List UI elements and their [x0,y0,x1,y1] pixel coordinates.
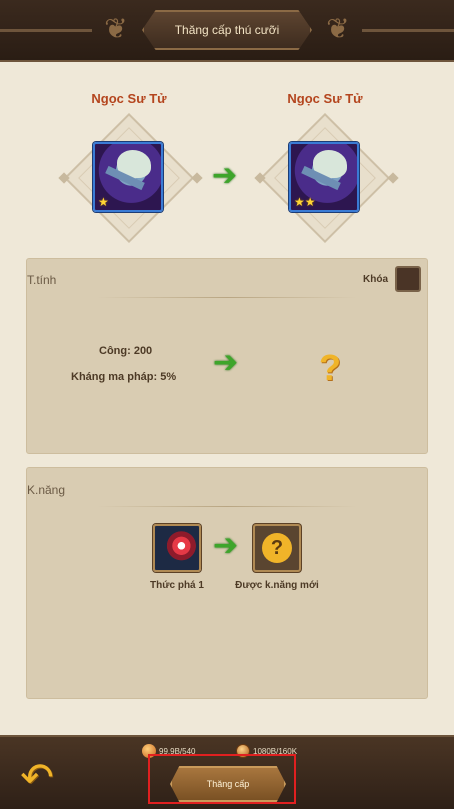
header-ornament-right: ❦ [326,13,350,44]
stat-attack: Công: 200 [99,345,153,357]
back-arrow-icon[interactable]: ↶ [8,758,66,798]
page-title: Thăng cấp thú cưỡi [174,23,280,37]
question-icon: ? [319,347,341,388]
title-plaque: Thăng cấp thú cưỡi [142,10,312,50]
new-skill-label: Được k.năng mới [235,580,319,591]
question-icon: ? [262,533,292,563]
stats-panel: T.tính Khóa Công: 200 Kháng ma pháp: 5% … [26,258,428,454]
frame-dot [191,172,203,184]
current-skill-label: Thức phá 1 [150,580,204,591]
lock-checkbox[interactable] [395,266,421,292]
next-pet-name: Ngọc Sư Tử [287,91,363,106]
green-arrow-icon: ➔ [213,346,239,379]
highlight-box [148,754,296,804]
header-line-left [0,29,92,32]
new-skill-icon[interactable]: ? [253,524,301,572]
header-line-right [362,29,454,32]
star-icon: ★ [98,195,109,209]
skills-panel: K.năng ➔ ? Thức phá 1 Được k.năng mới [26,467,428,699]
current-pet-icon[interactable]: ★ [93,142,163,212]
panel-divider [97,506,357,507]
current-pet-name: Ngọc Sư Tử [91,91,167,106]
green-arrow-icon: ➔ [213,529,239,562]
header-bar: ❦ ❦ Thăng cấp thú cưỡi [0,0,454,62]
panel-divider [97,297,357,298]
star-icon: ★★ [294,195,316,209]
frame-dot [387,172,399,184]
current-skill-icon[interactable] [153,524,201,572]
next-pet-icon[interactable]: ★★ [289,142,359,212]
lock-label: Khóa [363,274,388,285]
header-ornament-left: ❦ [104,13,128,44]
green-arrow-icon: ➔ [212,159,238,192]
stat-magic-resist: Kháng ma pháp: 5% [71,371,177,383]
skills-panel-title: K.năng [27,483,66,497]
